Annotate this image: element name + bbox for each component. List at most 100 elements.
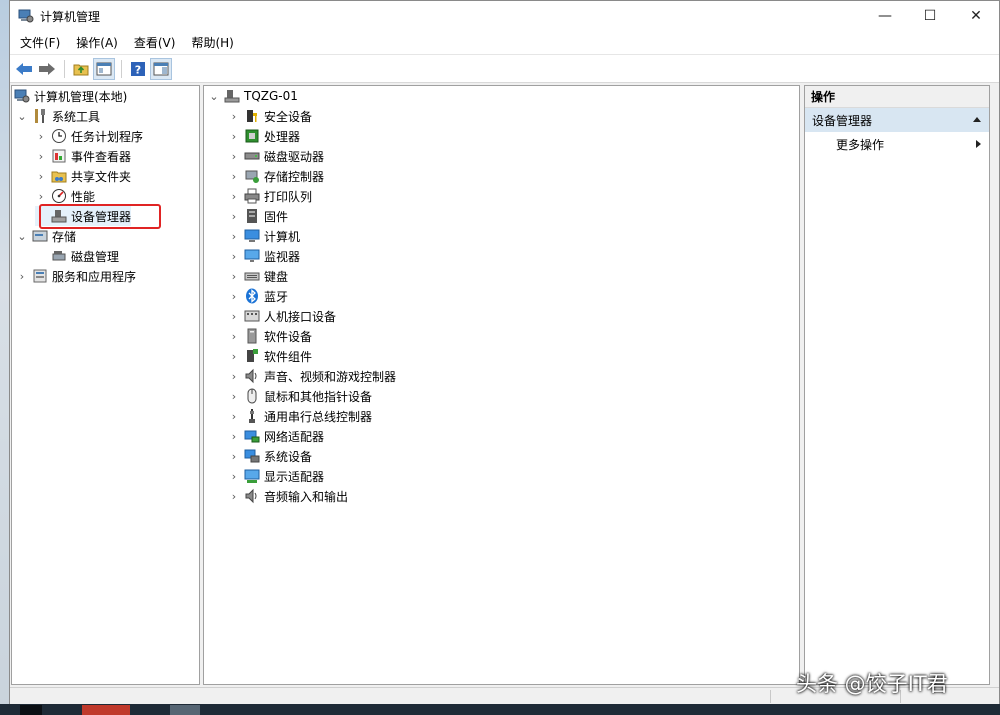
device-category[interactable]: › 系统设备 xyxy=(228,446,312,466)
tree-item[interactable]: › 性能 xyxy=(35,186,95,206)
device-category-label: 监视器 xyxy=(264,249,301,264)
chevron-right-icon[interactable]: › xyxy=(228,106,240,126)
chevron-right-icon[interactable]: › xyxy=(35,146,47,166)
help-icon[interactable]: ? xyxy=(127,58,149,80)
computer-node[interactable]: ⌄ TQZG-01 xyxy=(208,86,298,106)
device-category[interactable]: › 鼠标和其他指针设备 xyxy=(228,386,372,406)
up-folder-icon[interactable] xyxy=(70,58,92,80)
chevron-right-icon[interactable]: › xyxy=(228,346,240,366)
system-device-icon xyxy=(244,448,260,464)
menu-help[interactable]: 帮助(H) xyxy=(187,32,237,53)
collapse-icon[interactable] xyxy=(973,117,981,122)
actions-header: 操作 xyxy=(805,86,989,108)
chevron-right-icon[interactable]: › xyxy=(228,186,240,206)
minimize-button[interactable]: — xyxy=(862,1,908,31)
tree-item[interactable]: › 共享文件夹 xyxy=(35,166,131,186)
chevron-right-icon[interactable]: › xyxy=(16,266,28,286)
back-arrow-icon[interactable] xyxy=(13,58,35,80)
chevron-right-icon[interactable]: › xyxy=(228,486,240,506)
chevron-down-icon[interactable]: ⌄ xyxy=(16,106,28,126)
chevron-down-icon[interactable]: ⌄ xyxy=(16,226,28,246)
device-category[interactable]: › 存储控制器 xyxy=(228,166,324,186)
computer-node-icon xyxy=(224,88,240,104)
chevron-right-icon[interactable]: › xyxy=(228,126,240,146)
tree-root[interactable]: 计算机管理(本地) xyxy=(14,86,127,106)
tree-item[interactable]: ⌄ 存储 xyxy=(16,226,76,246)
chevron-right-icon[interactable]: › xyxy=(228,266,240,286)
chevron-right-icon[interactable]: › xyxy=(228,466,240,486)
console-tree-icon[interactable] xyxy=(93,57,115,80)
disk-drive-icon xyxy=(244,148,260,164)
more-actions-label: 更多操作 xyxy=(836,137,885,152)
properties-icon[interactable] xyxy=(150,57,172,80)
tree-item[interactable]: › 服务和应用程序 xyxy=(16,266,136,286)
tree-item-label: 服务和应用程序 xyxy=(52,269,137,284)
close-button[interactable]: ✕ xyxy=(953,1,999,31)
device-category[interactable]: › 软件组件 xyxy=(228,346,312,366)
chevron-right-icon[interactable]: › xyxy=(35,166,47,186)
chevron-right-icon[interactable]: › xyxy=(228,226,240,246)
computer-name: TQZG-01 xyxy=(244,89,298,103)
device-category[interactable]: › 显示适配器 xyxy=(228,466,324,486)
device-category-label: 计算机 xyxy=(264,229,301,244)
chevron-right-icon[interactable]: › xyxy=(228,426,240,446)
chevron-right-icon xyxy=(35,246,47,266)
tree-item-label: 共享文件夹 xyxy=(71,169,132,184)
software-device-icon xyxy=(244,328,260,344)
menu-file[interactable]: 文件(F) xyxy=(16,32,64,53)
chevron-right-icon[interactable]: › xyxy=(228,146,240,166)
chevron-right-icon[interactable]: › xyxy=(228,206,240,226)
processor-icon xyxy=(244,128,260,144)
chevron-right-icon[interactable]: › xyxy=(228,286,240,306)
tree-item[interactable]: › 任务计划程序 xyxy=(35,126,143,146)
chevron-right-icon[interactable]: › xyxy=(228,306,240,326)
chevron-right-icon[interactable]: › xyxy=(35,186,47,206)
tree-item-label: 系统工具 xyxy=(52,109,101,124)
device-category[interactable]: › 蓝牙 xyxy=(228,286,288,306)
chevron-down-icon[interactable]: ⌄ xyxy=(208,86,220,106)
maximize-button[interactable]: ☐ xyxy=(907,1,953,31)
chevron-right-icon[interactable]: › xyxy=(228,446,240,466)
chevron-right-icon[interactable]: › xyxy=(228,386,240,406)
chevron-right-icon[interactable]: › xyxy=(228,406,240,426)
services-icon xyxy=(32,268,48,284)
chevron-right-icon[interactable]: › xyxy=(228,366,240,386)
svg-text:?: ? xyxy=(135,63,141,76)
device-category[interactable]: › 固件 xyxy=(228,206,288,226)
device-category[interactable]: › 人机接口设备 xyxy=(228,306,336,326)
tree-item[interactable]: › 事件查看器 xyxy=(35,146,131,166)
taskbar-strip xyxy=(0,704,1000,715)
actions-section-label: 设备管理器 xyxy=(812,113,873,128)
software-component-icon xyxy=(244,348,260,364)
hid-icon xyxy=(244,308,260,324)
device-category[interactable]: › 键盘 xyxy=(228,266,288,286)
chevron-right-icon[interactable]: › xyxy=(228,166,240,186)
device-category[interactable]: › 音频输入和输出 xyxy=(228,486,348,506)
chevron-right-icon[interactable]: › xyxy=(228,246,240,266)
chevron-right-icon[interactable]: › xyxy=(228,326,240,346)
usb-icon xyxy=(244,408,260,424)
menu-view[interactable]: 查看(V) xyxy=(130,32,180,53)
device-category[interactable]: › 处理器 xyxy=(228,126,300,146)
more-actions-item[interactable]: 更多操作 xyxy=(805,132,989,156)
menu-action[interactable]: 操作(A) xyxy=(72,32,122,53)
device-category[interactable]: › 声音、视频和游戏控制器 xyxy=(228,366,396,386)
menu-bar: 文件(F) 操作(A) 查看(V) 帮助(H) xyxy=(10,31,999,55)
toolbar-separator xyxy=(121,59,122,78)
device-category[interactable]: › 网络适配器 xyxy=(228,426,324,446)
device-category[interactable]: › 打印队列 xyxy=(228,186,312,206)
tree-item[interactable]: 磁盘管理 xyxy=(35,246,119,266)
device-category[interactable]: › 通用串行总线控制器 xyxy=(228,406,372,426)
device-category[interactable]: › 监视器 xyxy=(228,246,300,266)
device-category[interactable]: › 磁盘驱动器 xyxy=(228,146,324,166)
forward-arrow-icon[interactable] xyxy=(36,58,58,80)
device-category[interactable]: › 安全设备 xyxy=(228,106,312,126)
device-category[interactable]: › 软件设备 xyxy=(228,326,312,346)
title-bar[interactable]: 计算机管理 — ☐ ✕ xyxy=(10,1,999,31)
console-tree-pane: 计算机管理(本地) ⌄ 系统工具 › 任务计划程序 › 事件查看器 › 共享文件夹 › 性能 设备管… xyxy=(11,85,200,685)
actions-section-device-manager[interactable]: 设备管理器 xyxy=(805,108,989,132)
chevron-right-icon[interactable]: › xyxy=(35,126,47,146)
tree-item[interactable]: ⌄ 系统工具 xyxy=(16,106,100,126)
mouse-icon xyxy=(244,388,260,404)
device-category[interactable]: › 计算机 xyxy=(228,226,300,246)
